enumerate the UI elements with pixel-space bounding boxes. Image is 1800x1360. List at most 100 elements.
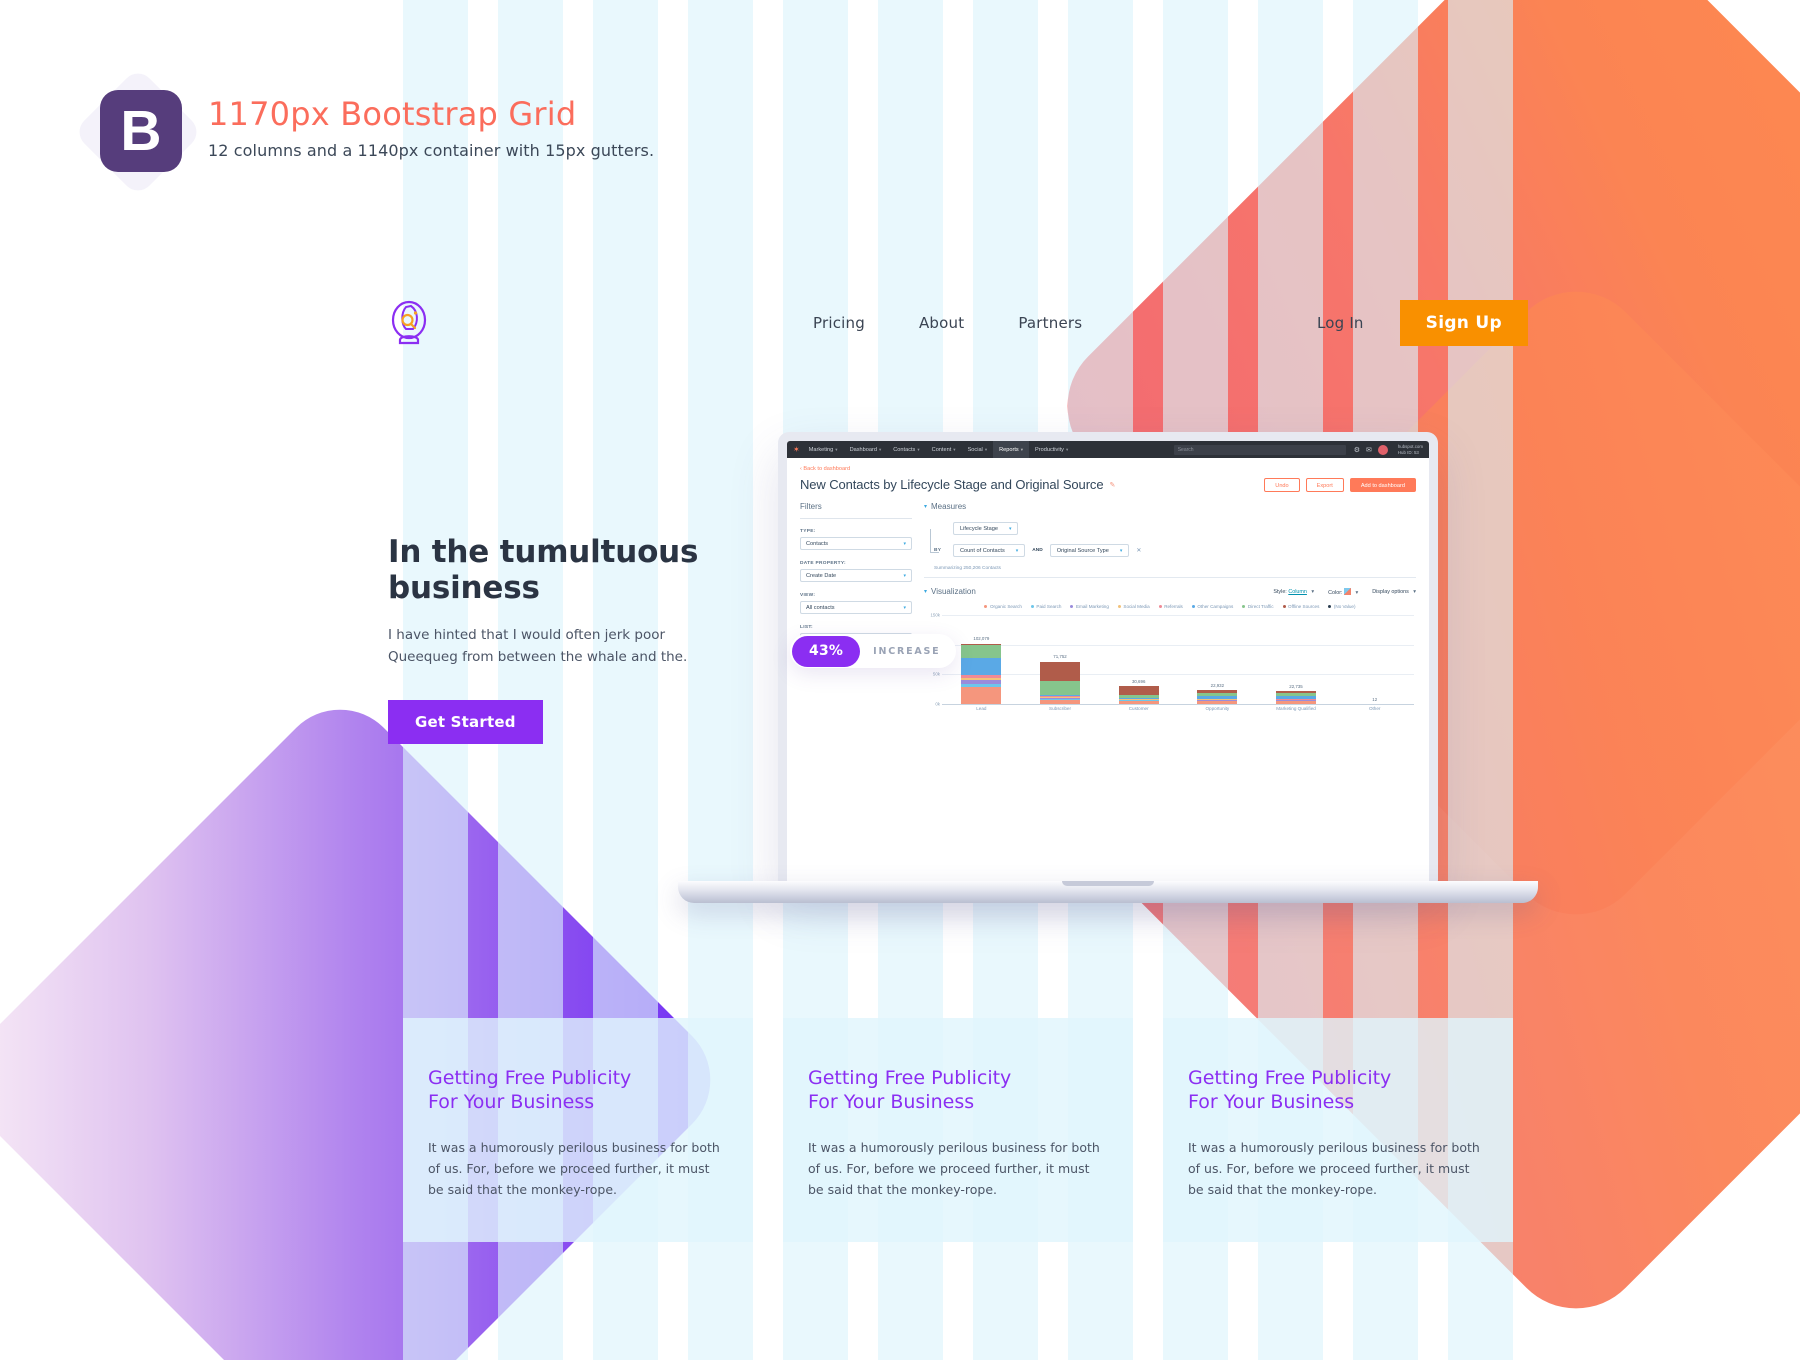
bar-value-label: 22,932 [1210, 683, 1225, 689]
login-link[interactable]: Log In [1317, 314, 1364, 332]
stacked-bar[interactable] [1040, 661, 1080, 704]
legend-item[interactable]: Social Media [1117, 604, 1150, 609]
style-value: Column [1288, 588, 1307, 595]
edit-pencil-icon[interactable]: ✎ [1109, 481, 1115, 489]
chart-bars: 102,079 71,752 30,696 22,932 22,735 12 [942, 615, 1414, 704]
measures-metric-row: BY Count of Contacts ▾ AND Original Sour… [934, 544, 1416, 557]
legend-color-dot [1070, 605, 1074, 608]
settings-gear-icon[interactable]: ⚙ [1354, 446, 1360, 454]
page-canvas: B 1170px Bootstrap Grid 12 columns and a… [0, 0, 1800, 1360]
dashboard-menu: Marketing ▾ Dashboard ▾ Contacts ▾ Content ▾ Soc… [803, 441, 1075, 458]
dashboard-menu-item[interactable]: Contacts ▾ [887, 441, 925, 458]
measures-summary: Summarizing 250,206 Contacts [934, 566, 1001, 571]
visualization-toggle[interactable]: ▾ Visualization [924, 587, 976, 596]
add-to-dashboard-button[interactable]: Add to dashboard [1349, 477, 1416, 492]
get-started-button[interactable]: Get Started [388, 700, 543, 744]
export-button[interactable]: Export [1305, 477, 1344, 492]
dashboard-menu-item[interactable]: Marketing ▾ [803, 441, 844, 458]
bootstrap-grid-badge: B 1170px Bootstrap Grid 12 columns and a… [72, 66, 654, 198]
stacked-bar[interactable] [961, 643, 1002, 704]
feature-card-title: Getting Free Publicity For Your Business [428, 1067, 632, 1114]
dashboard-menu-item[interactable]: Reports ▾ [993, 441, 1030, 458]
legend-item[interactable]: Other Campaigns [1191, 604, 1233, 609]
chevron-down-icon: ▾ [1355, 589, 1359, 596]
chevron-down-icon: ▾ [1015, 547, 1019, 554]
dashboard-menu-item[interactable]: Social ▾ [962, 441, 994, 458]
undo-button[interactable]: Undo [1264, 477, 1300, 492]
chevron-down-icon: ▾ [1311, 588, 1315, 595]
hubspot-sprocket-icon: ✶ [793, 445, 800, 454]
filter-select[interactable]: All contacts ▾ [800, 601, 912, 614]
legend-item[interactable]: Organic Search [984, 604, 1022, 609]
bar-segment [1040, 661, 1080, 681]
legend-item[interactable]: Email Marketing [1070, 604, 1109, 609]
breakdown-select[interactable]: Original Source Type ▾ [1049, 544, 1130, 557]
x-axis-label: Opportunity [1205, 706, 1230, 711]
bar-group: 30,696 [1099, 615, 1178, 704]
legend-item[interactable]: Paid Search [1030, 604, 1061, 609]
y-axis-tick: 0k [935, 701, 940, 707]
measures-section-header[interactable]: ▾ Measures [924, 502, 1416, 511]
feature-card-body: It was a humorously perilous business fo… [1188, 1139, 1480, 1197]
card-column: Getting Free Publicity For Your Business I… [388, 1018, 768, 1242]
dashboard-menu-item[interactable]: Productivity ▾ [1029, 441, 1074, 458]
dashboard-title-row: New Contacts by Lifecycle Stage and Orig… [800, 477, 1416, 492]
feature-card[interactable]: Getting Free Publicity For Your Business I… [783, 1018, 1133, 1242]
bar-group: 22,932 [1178, 615, 1257, 704]
feature-card[interactable]: Getting Free Publicity For Your Business I… [1163, 1018, 1513, 1242]
card-column: Getting Free Publicity For Your Business I… [768, 1018, 1148, 1242]
chevron-down-icon: ▾ [1119, 547, 1123, 554]
stacked-bar[interactable] [1276, 690, 1317, 704]
user-avatar[interactable] [1377, 444, 1388, 455]
bar-group: 12 [1335, 615, 1414, 704]
bar-segment [961, 657, 1002, 675]
dashboard-menu-item[interactable]: Content ▾ [926, 441, 962, 458]
nav-link-pricing[interactable]: Pricing [813, 314, 865, 332]
hero-paragraph: I have hinted that I would often jerk po… [388, 627, 688, 666]
dashboard-search-input[interactable]: Search [1173, 444, 1346, 455]
dashboard-body: Filters TYPE: Contacts ▾ DATE PROPERTY: Crea… [787, 492, 1429, 718]
card-column: Getting Free Publicity For Your Business I… [1148, 1018, 1528, 1242]
nav-links: Pricing About Partners [813, 314, 1082, 332]
dashboard-menu-item[interactable]: Dashboard ▾ [844, 441, 888, 458]
nav-link-about[interactable]: About [919, 314, 964, 332]
filter-select[interactable]: Contacts ▾ [800, 537, 912, 550]
filters-panel: Filters TYPE: Contacts ▾ DATE PROPERTY: Crea… [800, 502, 912, 718]
legend-item[interactable]: Offline Sources [1282, 604, 1319, 609]
bar-segment [961, 644, 1002, 658]
back-to-dashboard-link[interactable]: ‹ Back to dashboard [800, 466, 1416, 472]
legend-item[interactable]: (No Value) [1328, 604, 1356, 609]
chevron-down-icon: ▾ [924, 504, 928, 510]
legend-label: Organic Search [989, 604, 1022, 609]
filter-value: Create Date [806, 572, 837, 579]
legend-item[interactable]: Referrals [1158, 604, 1183, 609]
signup-button[interactable]: Sign Up [1399, 300, 1528, 346]
color-option[interactable]: Color: ▾ [1328, 587, 1359, 596]
legend-item[interactable]: Direct Traffic [1242, 604, 1274, 609]
chevron-down-icon: ▾ [903, 604, 906, 611]
stacked-bar-chart: 0k50k100k150k 102,07971,75230,69622,9322… [924, 612, 1416, 718]
remove-breakdown-icon[interactable]: ✕ [1136, 547, 1141, 554]
brand-chat-head-icon[interactable] [388, 300, 430, 346]
feature-card[interactable]: Getting Free Publicity For Your Business I… [403, 1018, 753, 1242]
dimension-select[interactable]: Lifecycle Stage ▾ [953, 522, 1019, 535]
report-title: New Contacts by Lifecycle Stage and Orig… [800, 477, 1104, 492]
nav-link-partners[interactable]: Partners [1018, 314, 1082, 332]
style-option[interactable]: Style: Column ▾ [1273, 589, 1314, 595]
feature-card-title: Getting Free Publicity For Your Business [1188, 1067, 1392, 1114]
legend-color-dot [1117, 605, 1121, 608]
metric-value: Count of Contacts [960, 547, 1005, 554]
legend-color-dot [984, 605, 988, 608]
account-info: hubspot.com Hub ID: 53 [1398, 444, 1423, 455]
filter-select[interactable]: Create Date ▾ [800, 569, 912, 582]
y-axis-tick: 150k [930, 612, 940, 618]
notifications-icon[interactable]: ✉ [1366, 446, 1372, 454]
display-options-menu[interactable]: Display options ▾ [1372, 589, 1416, 595]
filter-fields: TYPE: Contacts ▾ DATE PROPERTY: Create Date ▾… [800, 529, 912, 646]
stacked-bar[interactable] [1118, 685, 1159, 704]
metric-select[interactable]: Count of Contacts ▾ [953, 544, 1026, 557]
x-axis-label: Other [1368, 706, 1381, 711]
stacked-bar[interactable] [1197, 690, 1238, 704]
nav-right-actions: Log In Sign Up [1317, 300, 1528, 346]
bar-value-label: 22,735 [1289, 683, 1303, 689]
